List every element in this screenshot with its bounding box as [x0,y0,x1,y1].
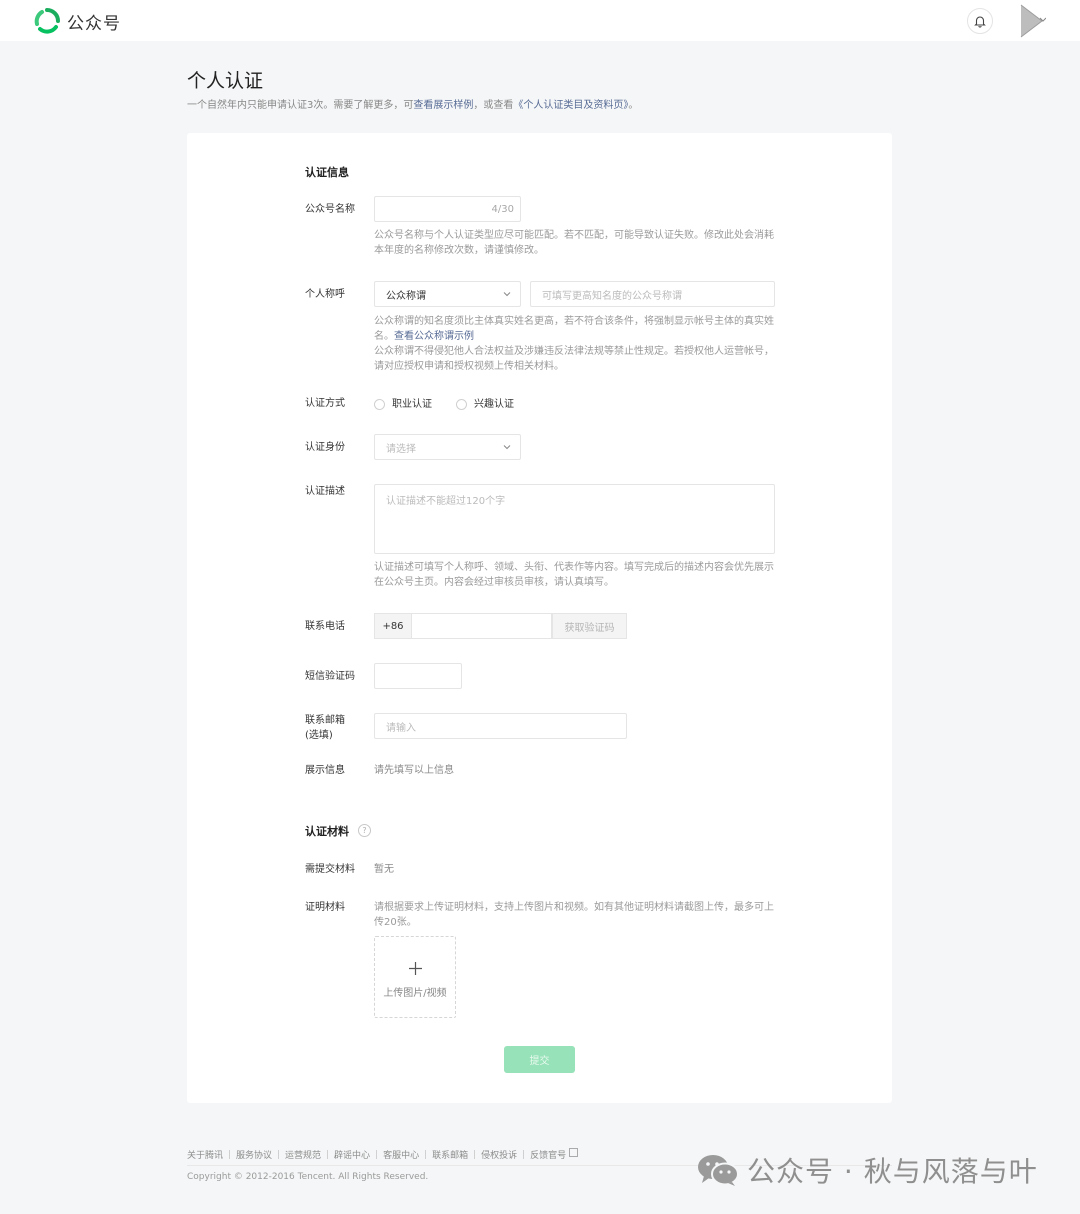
sms-code-input[interactable] [374,663,462,689]
divider [474,1150,476,1159]
divider [376,1150,378,1159]
watermark: 公众号 · 秋与风落与叶 [697,1150,1038,1190]
subtitle-text: 一个自然年内只能申请认证3次。需要了解更多，可 [187,100,414,111]
required-materials-label: 需提交材料 [305,864,355,875]
radio-circle-icon [374,399,385,410]
divider [278,1150,280,1159]
email-label-line2: (选填) [305,730,333,741]
radio-professional-label: 职业认证 [392,399,432,410]
name-counter: 4/30 [491,203,514,215]
footer-link-email[interactable]: 联系邮箱 [432,1148,468,1161]
wechat-icon [698,1155,739,1186]
phone-label: 联系电话 [305,621,345,632]
footer-links: 关于腾讯 服务协议 运营规范 辟谣中心 客服中心 联系邮箱 侵权投诉 反馈官号 [187,1148,579,1161]
radio-interest-label: 兴趣认证 [474,399,514,410]
view-examples-link[interactable]: 查看展示样例 [413,100,473,111]
footer-link-infringement[interactable]: 侵权投诉 [481,1148,517,1161]
divider [425,1150,427,1159]
identity-placeholder: 请选择 [386,443,416,455]
radio-interest[interactable]: 兴趣认证 [456,397,514,412]
footer-link-rules[interactable]: 运营规范 [285,1148,321,1161]
chevron-down-icon [503,292,511,297]
submit-button[interactable]: 提交 [504,1046,575,1073]
divider [327,1150,329,1159]
nickname-examples-link[interactable]: 查看公众称谓示例 [394,331,474,342]
required-materials-value: 暂无 [374,864,394,875]
nickname-hint-text2: 公众称谓不得侵犯他人合法权益及涉嫌违反法律法规等禁止性规定。若授权他人运营帐号，… [374,346,774,372]
divider [229,1150,231,1159]
method-label: 认证方式 [305,398,345,409]
footer-link-feedback[interactable]: 反馈官号 [530,1148,566,1161]
nickname-select-value: 公众称谓 [386,290,426,302]
email-input[interactable]: 请输入 [374,713,627,739]
phone-country-code: +86 [374,613,411,639]
watermark-text: 公众号 · 秋与风落与叶 [747,1155,1038,1188]
footer-link-terms[interactable]: 服务协议 [236,1148,272,1161]
description-hint: 认证描述可填写个人称呼、领域、头衔、代表作等内容。填写完成后的描述内容会优先展示… [374,562,774,588]
nickname-placeholder: 可填写更高知名度的公众号称谓 [542,290,682,302]
email-label-line1: 联系邮箱 [305,715,345,726]
sms-code-label: 短信验证码 [305,671,355,682]
nickname-hint: 公众称谓的知名度须比主体真实姓名更高，若不符合该条件，将强制显示帐号主体的真实姓… [374,314,779,374]
upload-label: 上传图片/视频 [383,988,447,999]
divider [523,1150,525,1159]
app-logo[interactable]: 公众号 [34,8,121,34]
description-label: 认证描述 [305,486,345,497]
form-card: 认证信息 公众号名称 4/30 公众号名称与个人认证类型应尽可能匹配。若不匹配，… [187,133,892,1103]
plus-icon [409,962,422,975]
radio-professional[interactable]: 职业认证 [374,397,432,412]
upload-box[interactable]: 上传图片/视频 [374,936,456,1018]
section-title-info: 认证信息 [305,166,349,179]
get-code-button[interactable]: 获取验证码 [552,613,627,639]
section-title-materials: 认证材料 [305,825,349,838]
display-info-label: 展示信息 [305,765,345,776]
radio-circle-icon [456,399,467,410]
page-title: 个人认证 [187,70,264,92]
app-name: 公众号 [67,13,121,34]
page-subtitle: 一个自然年内只能申请认证3次。需要了解更多，可查看展示样例，或查看《个人认证类目… [187,96,638,111]
nickname-input[interactable]: 可填写更高知名度的公众号称谓 [530,281,775,307]
wechat-official-logo-icon [34,8,60,34]
nickname-type-select[interactable]: 公众称谓 [374,281,521,307]
nickname-label: 个人称呼 [305,289,345,300]
email-placeholder: 请输入 [386,722,416,734]
user-avatar[interactable] [1020,4,1047,38]
subtitle-text-end: 。 [628,100,639,111]
display-info-value: 请先填写以上信息 [374,765,454,776]
qrcode-icon[interactable] [569,1148,579,1157]
proof-materials-label: 证明材料 [305,902,345,913]
phone-input[interactable] [411,613,552,639]
description-textarea[interactable]: 认证描述不能超过120个字 [374,484,775,554]
copyright: Copyright © 2012-2016 Tencent. All Right… [187,1172,429,1182]
identity-label: 认证身份 [305,442,345,453]
description-placeholder: 认证描述不能超过120个字 [386,496,506,507]
category-docs-link[interactable]: 《个人认证类目及资料页》 [513,100,628,111]
chevron-down-icon [503,445,511,450]
name-label: 公众号名称 [305,204,355,215]
top-bar: 公众号 [0,0,1080,41]
help-question-icon[interactable]: ? [358,824,371,837]
footer-link-rumor[interactable]: 辟谣中心 [334,1148,370,1161]
subtitle-text-mid: ，或查看 [473,100,514,111]
notification-bell-icon[interactable] [967,8,993,34]
footer-link-about[interactable]: 关于腾讯 [187,1148,223,1161]
name-hint: 公众号名称与个人认证类型应尽可能匹配。若不匹配，可能导致认证失败。修改此处会消耗… [374,230,774,256]
identity-select[interactable]: 请选择 [374,434,521,460]
email-label: 联系邮箱 (选填) [305,713,345,743]
account-name-input[interactable]: 4/30 [374,196,521,222]
proof-materials-hint: 请根据要求上传证明材料，支持上传图片和视频。如有其他证明材料请截图上传，最多可上… [374,902,774,928]
footer-link-support[interactable]: 客服中心 [383,1148,419,1161]
